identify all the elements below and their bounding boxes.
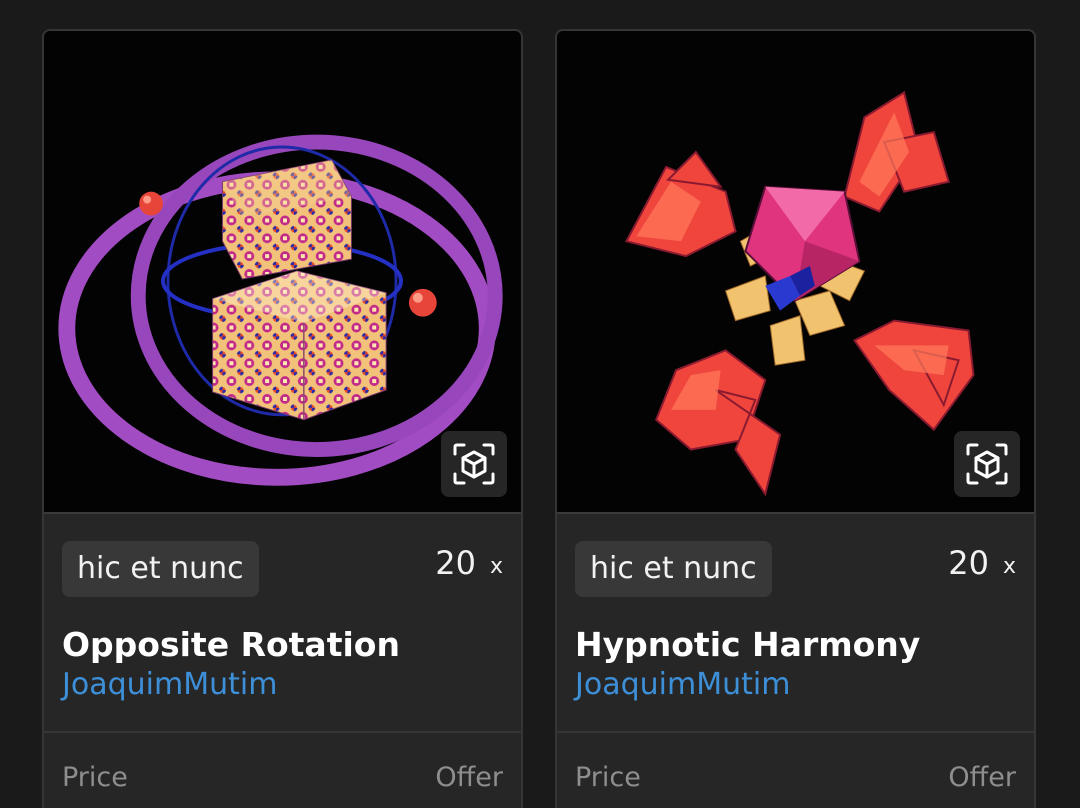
edition-number: 20 [435,544,476,582]
view-in-ar-button[interactable] [954,431,1020,497]
artwork-preview[interactable] [557,31,1034,514]
view-in-ar-button[interactable] [441,431,507,497]
edition-number: 20 [948,544,989,582]
artist-link[interactable]: JoaquimMutim [62,665,277,705]
offer-label: Offer [948,762,1016,793]
ar-cube-icon [966,443,1008,485]
divider [44,731,521,733]
nft-card[interactable]: hic et nunc 20 x Opposite Rotation Joaqui… [42,29,523,808]
platform-tag[interactable]: hic et nunc [575,541,772,597]
artwork-title[interactable]: Opposite Rotation [62,623,503,667]
price-label: Price [62,762,128,793]
artwork-preview[interactable] [44,31,521,514]
ar-cube-icon [453,443,495,485]
offer-label: Offer [435,762,503,793]
card-meta: hic et nunc 20 x [62,541,503,599]
nft-card[interactable]: hic et nunc 20 x Hypnotic Harmony Joaquim… [555,29,1036,808]
card-meta: hic et nunc 20 x [575,541,1016,599]
edition-suffix: x [1002,554,1016,579]
divider [557,731,1034,733]
platform-tag[interactable]: hic et nunc [62,541,259,597]
price-label: Price [575,762,641,793]
nft-card-grid: hic et nunc 20 x Opposite Rotation Joaqui… [0,0,1080,808]
artist-link[interactable]: JoaquimMutim [575,665,790,705]
artwork-title[interactable]: Hypnotic Harmony [575,623,1016,667]
edition-count: 20 x [948,541,1016,589]
edition-suffix: x [489,554,503,579]
edition-count: 20 x [435,541,503,589]
